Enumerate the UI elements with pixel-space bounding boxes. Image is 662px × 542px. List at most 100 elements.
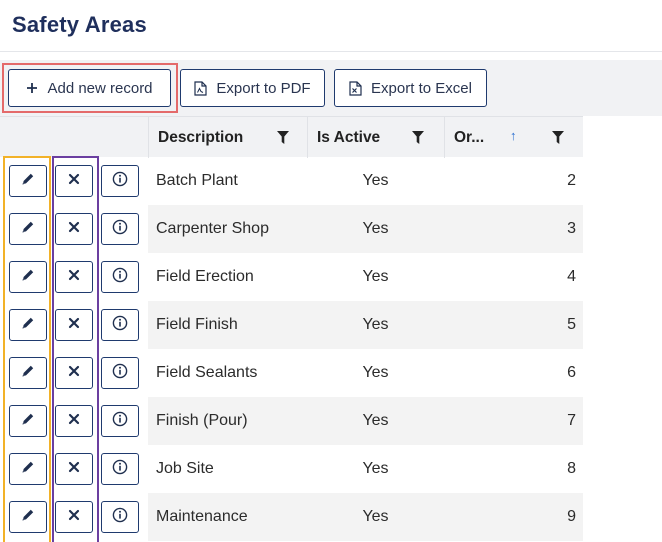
info-button[interactable] xyxy=(101,501,139,533)
info-icon xyxy=(112,315,128,336)
table-row: Field Erection Yes 4 xyxy=(0,253,583,301)
x-icon xyxy=(68,364,80,382)
filter-icon[interactable] xyxy=(551,129,565,145)
pdf-file-icon xyxy=(194,80,207,96)
column-header-description-label: Description xyxy=(158,128,244,146)
x-icon xyxy=(68,220,80,238)
table-row: Field Finish Yes 5 xyxy=(0,301,583,349)
column-header-order[interactable]: Or... ↑ xyxy=(444,117,583,158)
edit-button[interactable] xyxy=(9,261,47,293)
cell-is-active: Yes xyxy=(362,316,389,333)
cell-is-active: Yes xyxy=(362,220,389,237)
info-button[interactable] xyxy=(101,357,139,389)
title-divider xyxy=(0,51,662,52)
info-button[interactable] xyxy=(101,165,139,197)
cell-order: 7 xyxy=(567,412,576,429)
sort-ascending-icon[interactable]: ↑ xyxy=(510,128,517,143)
export-pdf-label: Export to PDF xyxy=(216,79,311,97)
x-icon xyxy=(68,172,80,190)
column-header-is-active-label: Is Active xyxy=(317,128,381,146)
cell-order: 5 xyxy=(567,316,576,333)
cell-is-active: Yes xyxy=(362,172,389,189)
cell-is-active: Yes xyxy=(362,508,389,525)
info-icon xyxy=(112,459,128,480)
pencil-icon xyxy=(21,508,35,527)
cell-order: 4 xyxy=(567,268,576,285)
filter-icon[interactable] xyxy=(276,129,290,145)
delete-button[interactable] xyxy=(55,453,93,485)
x-icon xyxy=(68,460,80,478)
edit-button[interactable] xyxy=(9,309,47,341)
cell-order: 3 xyxy=(567,220,576,237)
info-icon xyxy=(112,219,128,240)
info-icon xyxy=(112,267,128,288)
x-icon xyxy=(68,268,80,286)
edit-button[interactable] xyxy=(9,405,47,437)
add-new-record-button[interactable]: Add new record xyxy=(8,69,171,107)
table-header: Description Is Active Or... ↑ xyxy=(0,116,583,158)
cell-order: 6 xyxy=(567,364,576,381)
pencil-icon xyxy=(21,412,35,431)
delete-button[interactable] xyxy=(55,357,93,389)
pencil-icon xyxy=(21,460,35,479)
pencil-icon xyxy=(21,364,35,383)
edit-button[interactable] xyxy=(9,501,47,533)
info-button[interactable] xyxy=(101,309,139,341)
table-row: Maintenance Yes 9 xyxy=(0,493,583,541)
page-title: Safety Areas xyxy=(12,12,147,37)
column-header-order-label: Or... xyxy=(454,128,485,146)
delete-button[interactable] xyxy=(55,405,93,437)
cell-is-active: Yes xyxy=(362,460,389,477)
pencil-icon xyxy=(21,268,35,287)
delete-button[interactable] xyxy=(55,309,93,341)
export-pdf-button[interactable]: Export to PDF xyxy=(180,69,325,107)
excel-file-icon xyxy=(349,80,362,96)
delete-button[interactable] xyxy=(55,165,93,197)
cell-description: Batch Plant xyxy=(156,172,238,189)
export-excel-button[interactable]: Export to Excel xyxy=(334,69,487,107)
cell-order: 9 xyxy=(567,508,576,525)
pencil-icon xyxy=(21,220,35,239)
cell-description: Finish (Pour) xyxy=(156,412,248,429)
edit-button[interactable] xyxy=(9,213,47,245)
cell-order: 2 xyxy=(567,172,576,189)
x-icon xyxy=(68,508,80,526)
add-new-record-label: Add new record xyxy=(47,79,153,97)
pencil-icon xyxy=(21,316,35,335)
info-icon xyxy=(112,507,128,528)
column-header-is-active[interactable]: Is Active xyxy=(307,117,444,158)
plus-icon xyxy=(26,82,38,94)
edit-button[interactable] xyxy=(9,357,47,389)
delete-button[interactable] xyxy=(55,213,93,245)
x-icon xyxy=(68,412,80,430)
cell-is-active: Yes xyxy=(362,268,389,285)
cell-description: Carpenter Shop xyxy=(156,220,269,237)
cell-description: Field Sealants xyxy=(156,364,258,381)
table-row: Finish (Pour) Yes 7 xyxy=(0,397,583,445)
table-row: Carpenter Shop Yes 3 xyxy=(0,205,583,253)
cell-is-active: Yes xyxy=(362,364,389,381)
column-header-description[interactable]: Description xyxy=(148,117,307,158)
info-button[interactable] xyxy=(101,213,139,245)
x-icon xyxy=(68,316,80,334)
info-button[interactable] xyxy=(101,261,139,293)
delete-button[interactable] xyxy=(55,501,93,533)
table-row: Field Sealants Yes 6 xyxy=(0,349,583,397)
table-row: Job Site Yes 8 xyxy=(0,445,583,493)
cell-order: 8 xyxy=(567,460,576,477)
delete-button[interactable] xyxy=(55,261,93,293)
filter-icon[interactable] xyxy=(411,129,425,145)
cell-is-active: Yes xyxy=(362,412,389,429)
cell-description: Field Erection xyxy=(156,268,254,285)
table-row: Batch Plant Yes 2 xyxy=(0,157,583,205)
info-icon xyxy=(112,411,128,432)
info-button[interactable] xyxy=(101,405,139,437)
info-icon xyxy=(112,363,128,384)
cell-description: Field Finish xyxy=(156,316,238,333)
info-button[interactable] xyxy=(101,453,139,485)
edit-button[interactable] xyxy=(9,165,47,197)
cell-description: Job Site xyxy=(156,460,214,477)
edit-button[interactable] xyxy=(9,453,47,485)
cell-description: Maintenance xyxy=(156,508,248,525)
export-excel-label: Export to Excel xyxy=(371,79,472,97)
